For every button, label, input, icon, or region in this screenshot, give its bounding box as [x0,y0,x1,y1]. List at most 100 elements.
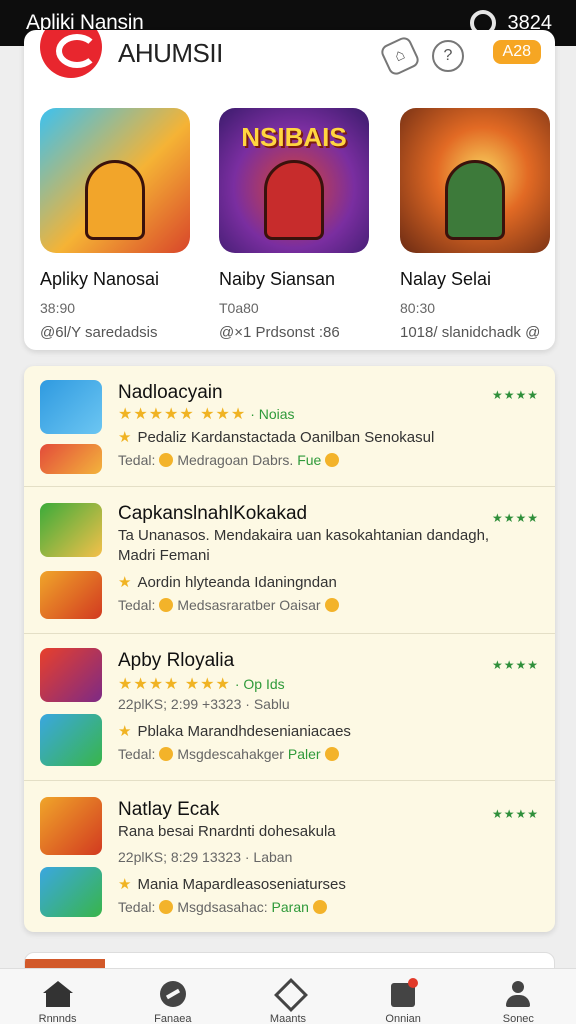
user-icon [503,981,533,1009]
star-icon: ★ [118,429,132,446]
item-meta-text: Medragoan Dabrs. [177,452,294,468]
coin-icon [324,598,339,612]
coin-icon [159,747,174,761]
app-logo-icon[interactable] [40,30,102,78]
featured-header: AHUMSII ⌂ ? A28 [24,30,555,90]
list-item[interactable]: Nadloacyain ★★★★★ ★★★ · Noias ★ Pedaliz Ka… [24,366,555,487]
featured-title: AHUMSII [118,38,223,68]
game-meta: 80:30 [400,300,436,316]
star-icon: ★ [118,876,132,893]
item-stats: 22plKS; 8:29 13323 · Laban [118,849,293,865]
item-description: Rana besai Rnardnti dohesakula [118,823,336,840]
item-description: Ta Unanasos. Mendakaira uan kasokahtania… [118,527,490,544]
coin-icon [159,900,174,914]
game-art-image[interactable] [40,108,190,253]
featured-game-card[interactable]: Apliky Nanosai 38:90 @6l/Y saredadsis [40,108,210,341]
nav-item-profile[interactable]: Sonec [468,969,568,1024]
item-meta-label: Tedal: [118,746,156,762]
nav-label: Onnian [385,1013,421,1024]
item-stats: 22plKS; 2:99 +3323 · Sablu [118,696,290,712]
game-subinfo: @×1 Prdsonst :86 [219,324,340,341]
game-art-image[interactable] [400,108,550,253]
game-name: Naiby Siansan [219,269,336,289]
app-list: Nadloacyain ★★★★★ ★★★ · Noias ★ Pedaliz Ka… [24,366,555,932]
nav-item-library[interactable]: Onnian [353,969,453,1024]
item-meta-label: Tedal: [118,899,156,915]
help-icon[interactable]: ? [432,40,464,72]
game-meta: T0a80 [219,300,259,316]
app-thumbnail[interactable] [40,380,102,434]
game-name: Apliky Nanosai [40,269,160,289]
featured-game-card[interactable]: Nalay Selai 80:30 1018/ slanidchadk @ [400,108,555,341]
list-item[interactable]: Apby Rloyalia ★★★★ ★★★ · Op Ids 22plKS; 2… [24,634,555,781]
game-subinfo: @6l/Y saredadsis [40,324,158,341]
list-item[interactable]: CapkanslnahlKokakad Ta Unanasos. Mendaka… [24,487,555,634]
app-thumbnail[interactable] [40,648,102,702]
game-art-image[interactable]: NSIBAIS [219,108,369,253]
nav-item-diamond[interactable]: Maants [238,969,338,1024]
item-subline: ★ Pblaka Marandhdesenianiacaes [118,722,351,740]
bottom-navigation: Rnnnds Fanaea Maants Onnian Sonec [0,968,576,1024]
list-item[interactable]: Natlay Ecak Rana besai Rnardnti dohesaku… [24,781,555,932]
featured-game-card[interactable]: NSIBAIS Naiby Siansan T0a80 @×1 Prdsonst… [219,108,389,341]
item-meta-highlight: Paran [271,899,309,915]
home-icon [42,981,73,1009]
app-thumbnail[interactable] [40,503,102,557]
item-title: Apby Rloyalia [118,650,235,671]
featured-section: AHUMSII ⌂ ? A28 Apliky Nanosai 38:90 @6l… [24,30,555,350]
nav-item-home[interactable]: Rnnnds [8,969,108,1024]
item-meta: Tedal: Medsasraratber Oaisar [118,597,343,613]
nav-label: Fanaea [154,1013,192,1024]
item-title: CapkanslnahlKokakad [118,503,308,524]
game-name: Nalay Selai [400,269,492,289]
library-icon [388,978,419,1009]
item-meta-label: Tedal: [118,452,156,468]
game-art-logo-text: NSIBAIS [241,122,347,152]
app-screenshot-thumbnail[interactable] [40,444,102,474]
item-description: ★ Pedaliz Kardanstactada Oanilban Senokas… [118,428,434,446]
coin-icon [324,747,339,761]
tag-icon[interactable]: ⌂ [378,34,422,78]
diamond-icon [273,981,303,1009]
app-screenshot-thumbnail[interactable] [40,714,102,766]
rating-stars: ★★★★★ ★★★ [118,406,247,423]
item-subline: ★ Aordin hlyteanda Idaningndan [118,573,337,591]
item-meta-highlight: Fue [297,452,322,468]
rank-stars: ★★★★ [491,807,539,821]
featured-badge[interactable]: A28 [492,40,541,64]
game-character-image [445,160,505,240]
item-description-cont: Madri Femani [118,547,210,564]
nav-item-explore[interactable]: Fanaea [123,969,223,1024]
item-meta-text: Medsasraratber Oaisar [177,597,321,613]
coin-icon [325,453,340,467]
rank-stars: ★★★★ [491,511,539,525]
item-meta: Tedal: Medragoan Dabrs. Fue [118,452,343,468]
star-icon: ★ [118,723,132,740]
item-meta-highlight: Paler [287,746,321,762]
item-meta: Tedal: Msgdescahakger Paler [118,746,343,762]
coin-icon [312,900,327,914]
item-subline-text: Aordin hlyteanda Idaningndan [137,574,337,591]
game-character-image [85,160,145,240]
rating-label: · Noias [250,406,295,422]
star-icon: ★ [118,574,132,591]
game-subinfo: 1018/ slanidchadk @ [400,324,541,341]
nav-label: Sonec [502,1013,534,1024]
app-screenshot-thumbnail[interactable] [40,571,102,619]
item-subline-text: Mania Mapardleasoseniaturses [137,876,346,893]
coin-icon [159,453,174,467]
item-subline-text: Pblaka Marandhdesenianiacaes [137,723,351,740]
item-description-text: Pedaliz Kardanstactada Oanilban Senokasu… [137,429,435,446]
coin-icon [159,598,174,612]
app-thumbnail[interactable] [40,797,102,855]
compass-icon [158,981,188,1009]
item-title: Nadloacyain [118,382,223,403]
item-title: Natlay Ecak [118,799,220,820]
item-rating: ★★★★ ★★★ · Op Ids [118,674,285,694]
rating-label: · Op Ids [234,676,285,692]
game-character-image [264,160,324,240]
item-rating: ★★★★★ ★★★ · Noias [118,404,295,424]
item-meta-text: Msgdsasahac: [177,899,268,915]
nav-label: Maants [269,1013,306,1024]
app-screenshot-thumbnail[interactable] [40,867,102,917]
